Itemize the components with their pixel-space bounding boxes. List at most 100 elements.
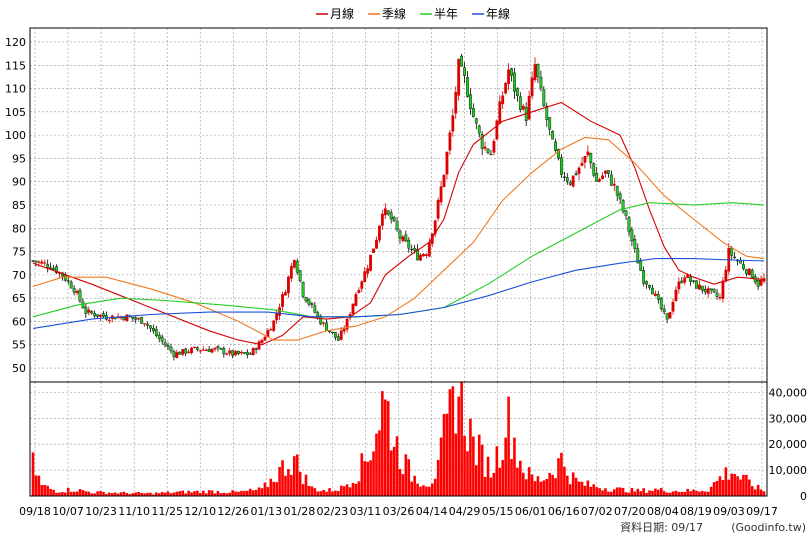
volume-bar	[495, 446, 499, 496]
volume-bar	[234, 491, 237, 496]
candle-body	[287, 276, 290, 294]
volume-bar	[404, 454, 408, 496]
candle-body	[66, 280, 70, 282]
candle-body	[131, 316, 135, 319]
candle-body	[342, 328, 346, 332]
candle-body	[284, 292, 287, 296]
candle-body	[653, 293, 657, 296]
volume-bar	[501, 460, 505, 496]
candle-body	[207, 349, 211, 352]
volume-bar	[407, 459, 411, 496]
volume-bar	[61, 491, 64, 496]
candle-body	[515, 88, 519, 96]
volume-bar	[319, 491, 323, 496]
volume-bar	[334, 490, 337, 496]
candle-body	[275, 313, 279, 321]
source-note: (Goodinfo.tw)	[731, 521, 806, 534]
volume-bar	[251, 490, 255, 496]
volume-bar	[108, 492, 111, 496]
date-tick-label-17: 07/02	[581, 505, 613, 518]
candle-body	[445, 152, 449, 175]
candle-body	[730, 247, 734, 256]
candle-body	[407, 239, 411, 249]
candle-body	[78, 289, 82, 302]
volume-bar	[615, 487, 619, 496]
date-tick-label-6: 12/26	[217, 505, 249, 518]
volume-bar	[328, 488, 331, 496]
volume-bar	[498, 467, 502, 496]
candle-body	[510, 68, 513, 76]
candle-body	[747, 268, 751, 276]
volume-bar	[425, 486, 428, 496]
candle-body	[360, 281, 364, 289]
candle-body	[601, 175, 604, 179]
candle-body	[263, 336, 267, 341]
candle-body	[665, 313, 669, 320]
volume-bar	[410, 481, 414, 496]
candle-body	[451, 115, 455, 132]
candle-body	[436, 200, 440, 219]
volume-bar	[413, 475, 416, 496]
volume-bar	[40, 485, 44, 496]
volume-bar	[190, 492, 193, 496]
candle-body	[210, 348, 214, 353]
candle-body	[272, 320, 276, 331]
volume-bar	[354, 483, 358, 496]
volume-bar	[436, 459, 440, 496]
candle-body	[245, 351, 249, 355]
candle-body	[87, 309, 91, 313]
candle-body	[178, 352, 182, 355]
candle-body	[254, 348, 258, 351]
candle-body	[592, 163, 596, 176]
volume-bar	[483, 476, 487, 496]
volume-bar	[712, 482, 716, 496]
candle-body	[257, 341, 261, 350]
candle-body	[149, 325, 152, 329]
volume-bar	[339, 485, 343, 496]
volume-bar	[210, 490, 214, 496]
candle-body	[154, 329, 158, 336]
candle-body	[140, 316, 144, 324]
volume-bar	[554, 478, 557, 496]
volume-grid	[30, 382, 767, 497]
volume-bar	[175, 491, 179, 496]
volume-bar	[680, 491, 684, 496]
volume-bar	[298, 471, 302, 496]
volume-bar	[281, 460, 284, 496]
volume-bar	[507, 396, 510, 496]
candle-body	[712, 288, 716, 293]
volume-bar	[284, 475, 287, 496]
date-tick-label-0: 09/18	[19, 505, 51, 518]
volume-bar	[237, 491, 240, 496]
volume-bar	[386, 401, 390, 496]
volume-bar	[46, 485, 49, 496]
candle-body	[201, 349, 205, 351]
candle-body	[615, 185, 619, 196]
candle-body	[289, 266, 293, 279]
candle-body	[322, 322, 326, 324]
volume-bar	[513, 437, 516, 496]
candle-body	[410, 248, 414, 251]
volume-bar	[278, 467, 281, 496]
volume-bar	[430, 483, 434, 496]
candle-body	[551, 130, 555, 140]
volume-bar	[419, 486, 422, 496]
ma-line-2	[32, 202, 765, 318]
candle-body	[96, 314, 99, 317]
price-tick-label-2: 60	[12, 315, 26, 328]
candle-body	[477, 125, 481, 134]
volume-bar	[480, 444, 484, 496]
candle-body	[624, 210, 628, 216]
candle-body	[460, 55, 464, 67]
candle-body	[313, 305, 317, 313]
candle-body	[586, 151, 590, 156]
volume-bar	[313, 488, 317, 496]
candle-body	[72, 288, 76, 293]
volume-bar	[231, 490, 234, 496]
candle-body	[316, 312, 320, 317]
candle-body	[419, 254, 422, 261]
volume-bar	[674, 490, 678, 496]
candle-body	[404, 234, 408, 242]
candle-body	[648, 285, 651, 288]
candle-body	[533, 64, 537, 81]
